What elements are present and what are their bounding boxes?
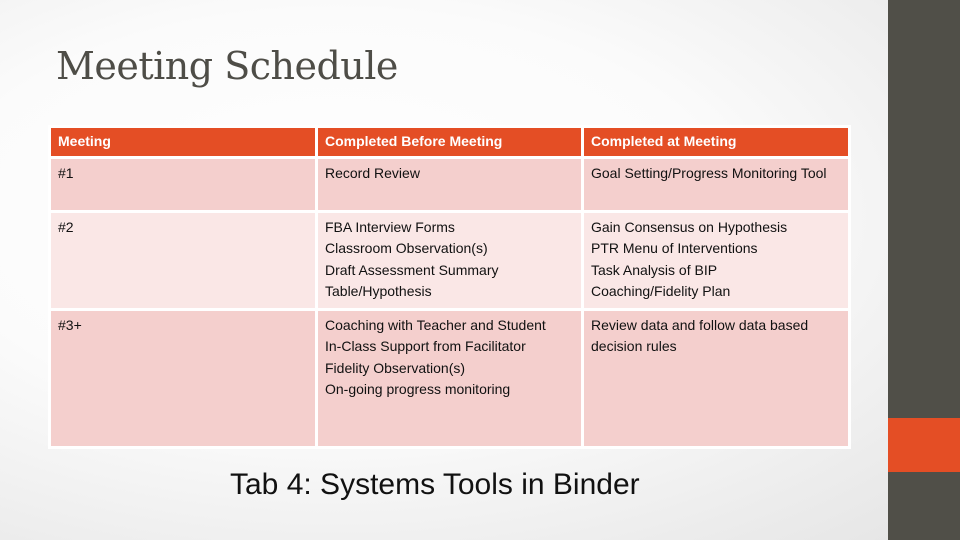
header-completed-before: Completed Before Meeting bbox=[315, 125, 584, 159]
cell-line: Fidelity Observation(s) bbox=[325, 359, 466, 376]
cell-line: On-going progress monitoring bbox=[325, 381, 511, 397]
cell-line: Coaching/Fidelity Plan bbox=[591, 283, 731, 299]
cell-line: In-Class Support from Facilitator bbox=[325, 338, 526, 354]
cell-before: FBA Interview Forms Classroom Observatio… bbox=[315, 209, 584, 311]
meeting-schedule-table: Meeting Completed Before Meeting Complet… bbox=[48, 125, 851, 449]
cell-line: Record Review bbox=[325, 164, 420, 181]
cell-line: Task Analysis of BIP bbox=[591, 261, 718, 278]
footer-caption: Tab 4: Systems Tools in Binder bbox=[230, 468, 640, 501]
cell-line: Goal Setting/Progress Monitoring Tool bbox=[591, 164, 827, 181]
header-completed-at: Completed at Meeting bbox=[581, 125, 851, 159]
cell-line: FBA Interview Forms bbox=[325, 218, 455, 235]
cell-line: Draft Assessment Summary Table/Hypothesi… bbox=[325, 261, 499, 300]
cell-at: Gain Consensus on Hypothesis PTR Menu of… bbox=[581, 209, 851, 311]
slide-title: Meeting Schedule bbox=[56, 44, 398, 88]
cell-line: Coaching with Teacher and Student bbox=[325, 316, 546, 333]
header-meeting: Meeting bbox=[48, 125, 318, 159]
sidebar-accent-block bbox=[888, 418, 960, 472]
cell-line: PTR Menu of Interventions bbox=[591, 240, 758, 256]
cell-meeting: #2 bbox=[48, 209, 318, 311]
cell-line: Classroom Observation(s) bbox=[325, 240, 488, 256]
cell-before: Coaching with Teacher and Student In-Cla… bbox=[315, 307, 584, 449]
cell-meeting: #3+ bbox=[48, 307, 318, 449]
cell-line: Review data and follow data based decisi… bbox=[591, 316, 809, 355]
cell-meeting: #1 bbox=[48, 155, 318, 213]
table-row: #2 FBA Interview Forms Classroom Observa… bbox=[48, 209, 851, 311]
cell-line: Gain Consensus on Hypothesis bbox=[591, 218, 788, 235]
cell-at: Goal Setting/Progress Monitoring Tool bbox=[581, 155, 851, 213]
table-row: #1 Record Review Goal Setting/Progress M… bbox=[48, 155, 851, 213]
table-row: #3+ Coaching with Teacher and Student In… bbox=[48, 307, 851, 449]
cell-before: Record Review bbox=[315, 155, 584, 213]
cell-at: Review data and follow data based decisi… bbox=[581, 307, 851, 449]
table-header-row: Meeting Completed Before Meeting Complet… bbox=[48, 125, 851, 159]
